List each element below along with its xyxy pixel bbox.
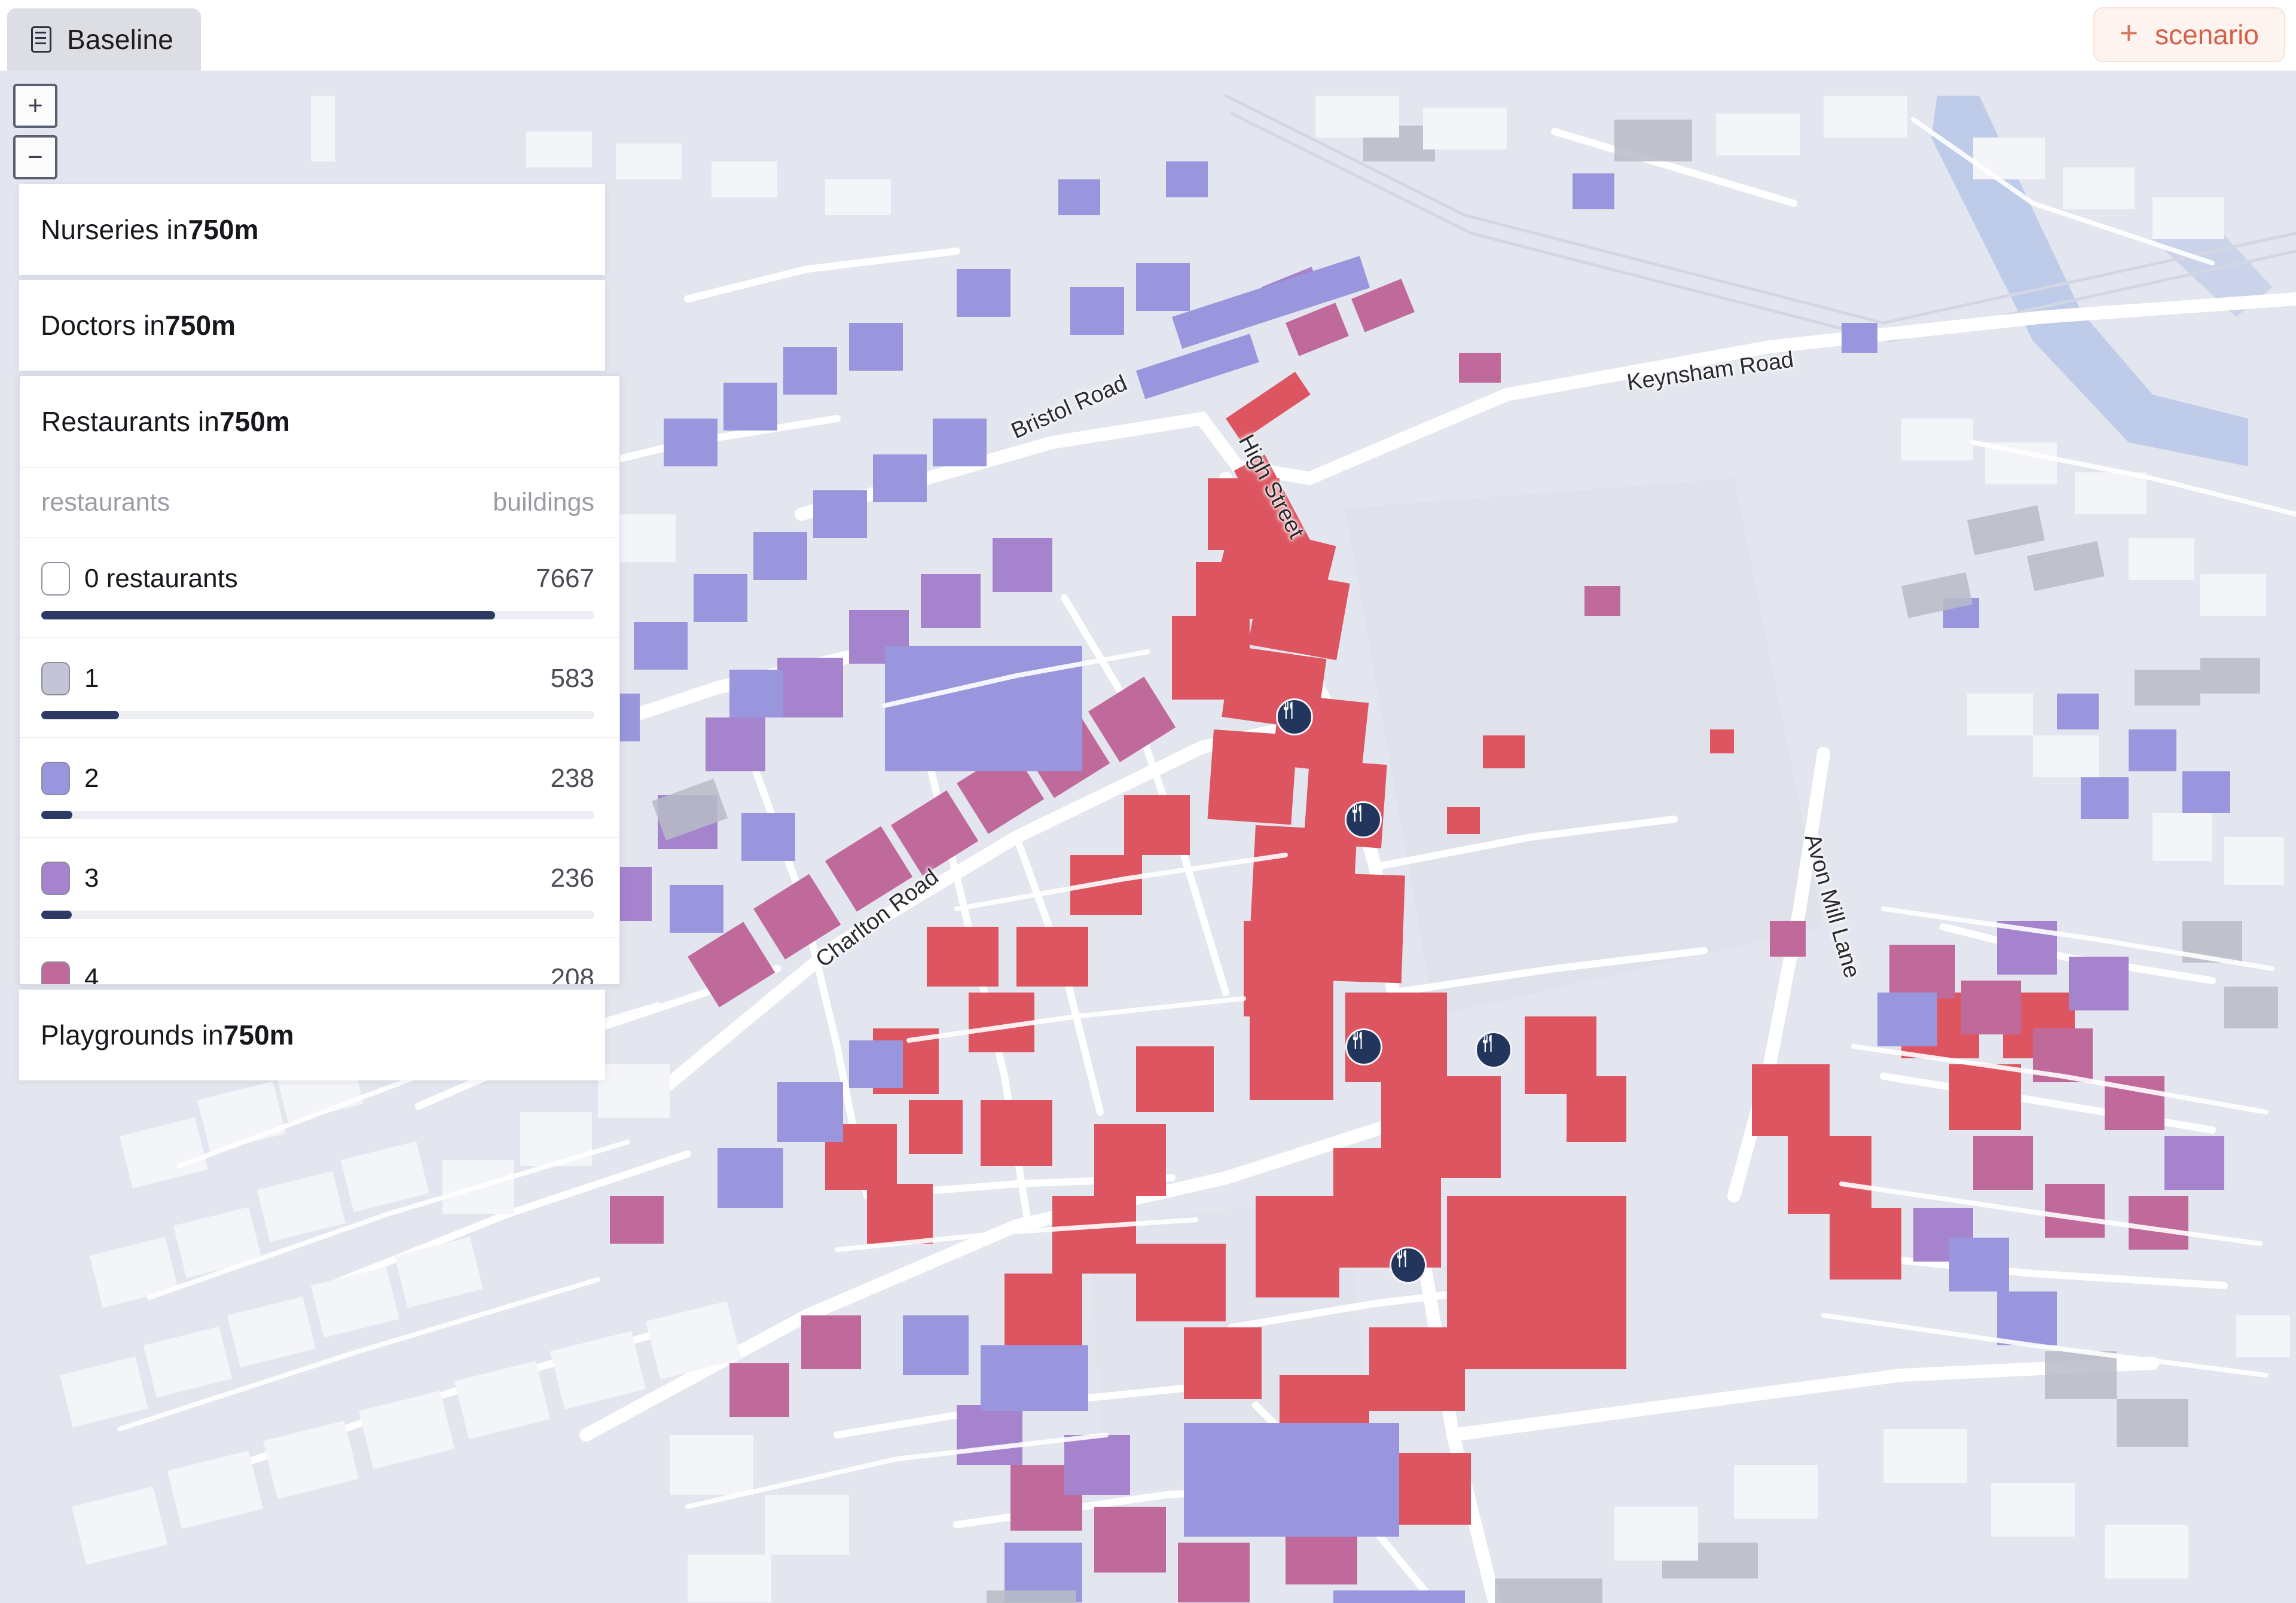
category-bar-fill (41, 611, 495, 619)
category-label: 3 (84, 863, 99, 893)
accordion-header-doctors[interactable]: Doctors in 750m (19, 280, 605, 371)
indicators-panel: Nurseries in 750m Doctors in 750m Restau… (19, 184, 620, 1085)
category-checkbox-swatch[interactable] (41, 562, 70, 596)
category-checkbox-swatch[interactable] (41, 762, 70, 795)
category-count: 236 (550, 863, 594, 893)
restaurant-icon (1283, 701, 1293, 719)
add-scenario-button[interactable]: + scenario (2093, 7, 2285, 62)
add-scenario-label: scenario (2155, 19, 2259, 50)
restaurant-icon (1482, 1034, 1492, 1052)
tab-baseline-label: Baseline (67, 24, 174, 55)
accordion-label-restaurants-prefix: Restaurants in (41, 406, 219, 437)
accordion-section-nurseries[interactable]: Nurseries in 750m (19, 184, 605, 275)
table-row[interactable]: 4 208 (20, 938, 619, 984)
category-count: 583 (550, 664, 594, 693)
category-bar-track (41, 711, 594, 719)
accordion-section-restaurants: Restaurants in 750m restaurants building… (19, 375, 620, 985)
category-bar-track (41, 611, 594, 619)
category-bar-fill (41, 711, 119, 719)
table-row[interactable]: 3 236 (20, 838, 619, 938)
restaurant-marker[interactable] (1475, 1031, 1512, 1068)
category-label: 0 restaurants (84, 564, 238, 593)
accordion-label-doctors-distance: 750m (165, 310, 236, 341)
category-label: 2 (84, 764, 99, 793)
zoom-in-button[interactable]: + (13, 84, 57, 128)
plus-icon: + (2119, 15, 2139, 51)
map-zoom-controls: + − (13, 84, 57, 187)
category-bar-fill (41, 911, 72, 919)
category-count: 7667 (536, 564, 594, 593)
accordion-label-playgrounds-prefix: Playgrounds in (41, 1019, 224, 1051)
category-checkbox-swatch[interactable] (41, 961, 70, 984)
table-row[interactable]: 1 583 (20, 638, 619, 738)
accordion-label-doctors-prefix: Doctors in (41, 310, 166, 341)
accordion-header-playgrounds[interactable]: Playgrounds in 750m (19, 990, 605, 1080)
restaurants-breakdown-list[interactable]: restaurants buildings 0 restaurants 7667 (20, 467, 619, 984)
restaurant-marker[interactable] (1276, 698, 1313, 735)
restaurant-marker[interactable] (1390, 1247, 1427, 1284)
table-row[interactable]: 2 238 (20, 738, 619, 838)
category-count: 238 (550, 764, 594, 793)
category-label: 4 (84, 963, 99, 984)
category-checkbox-swatch[interactable] (41, 862, 70, 895)
column-header-restaurants: restaurants (41, 488, 170, 517)
accordion-section-doctors[interactable]: Doctors in 750m (19, 280, 605, 371)
category-bar-track (41, 811, 594, 819)
accordion-label-playgrounds-distance: 750m (223, 1019, 294, 1051)
restaurant-marker[interactable] (1345, 1028, 1382, 1065)
accordion-header-nurseries[interactable]: Nurseries in 750m (19, 184, 605, 275)
accordion-label-restaurants-distance: 750m (219, 406, 291, 437)
category-count: 208 (550, 963, 594, 984)
document-icon (31, 26, 51, 53)
restaurant-icon (1352, 1031, 1362, 1049)
application-root: Baseline + scenario .rd { stroke:#ffffff… (0, 0, 2296, 1603)
category-bar-fill (41, 811, 72, 819)
top-bar: Baseline + scenario (0, 0, 2296, 71)
accordion-label-nurseries-prefix: Nurseries in (41, 214, 188, 245)
restaurant-marker[interactable] (1345, 801, 1382, 838)
category-label: 1 (84, 664, 99, 693)
column-header-buildings: buildings (493, 488, 594, 517)
table-row[interactable]: 0 restaurants 7667 (20, 538, 619, 638)
tab-baseline[interactable]: Baseline (7, 8, 201, 71)
zoom-out-button[interactable]: − (13, 135, 57, 179)
accordion-header-restaurants[interactable]: Restaurants in 750m (20, 376, 619, 467)
category-checkbox-swatch[interactable] (41, 662, 70, 695)
restaurant-icon (1397, 1250, 1406, 1268)
accordion-section-playgrounds[interactable]: Playgrounds in 750m (19, 990, 605, 1080)
category-bar-track (41, 911, 594, 919)
restaurant-icon (1352, 804, 1361, 822)
restaurants-table-header: restaurants buildings (20, 468, 619, 538)
accordion-label-nurseries-distance: 750m (188, 214, 259, 245)
